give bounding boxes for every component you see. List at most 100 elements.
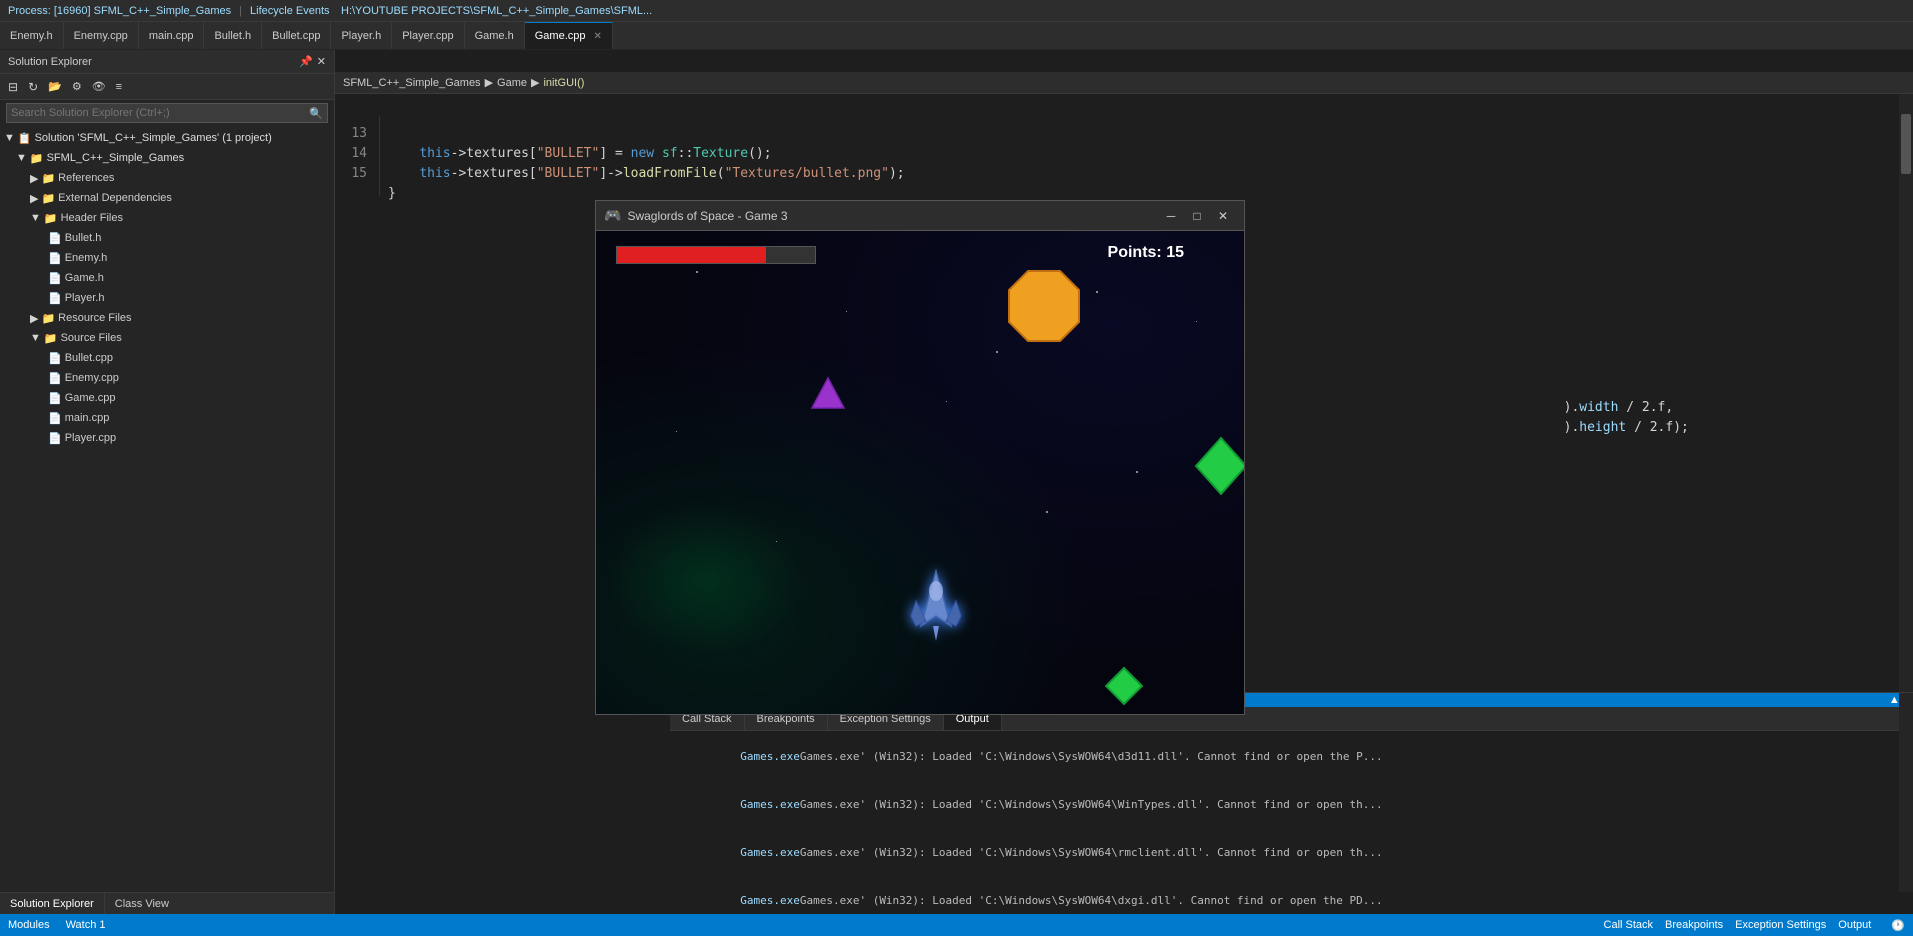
tree-player-cpp[interactable]: 📄 Player.cpp	[0, 428, 334, 448]
tree-header-files[interactable]: ▼ 📁 Header Files	[0, 208, 334, 228]
output-line: Games.exeGames.exe' (Win32): Loaded 'C:\…	[674, 781, 1909, 829]
bullet-h-icon: 📄	[48, 232, 62, 245]
source-folder-icon: 📁	[44, 332, 58, 345]
search-solution-explorer[interactable]: 🔍	[6, 103, 328, 123]
search-icon: 🔍	[309, 107, 323, 120]
project-icon: 📁	[30, 152, 44, 165]
resource-icon: 📁	[41, 312, 55, 325]
tab-game-h[interactable]: Game.h	[465, 22, 525, 49]
star	[776, 541, 777, 542]
status-breakpoints[interactable]: Breakpoints	[1665, 919, 1723, 932]
solution-explorer-tab[interactable]: Solution Explorer	[0, 893, 105, 914]
sidebar-toolbar: ⊟ ↻ 📂 ⚙ 👁 ≡	[0, 74, 334, 100]
star	[696, 271, 698, 273]
tree-source-files[interactable]: ▼ 📁 Source Files	[0, 328, 334, 348]
process-label: Process: [16960] SFML_C++_Simple_Games	[8, 5, 231, 17]
tree-enemy-h[interactable]: 📄 Enemy.h	[0, 248, 334, 268]
player-ship	[906, 566, 966, 649]
tree-solution-root[interactable]: ▼ 📋 Solution 'SFML_C++_Simple_Games' (1 …	[0, 128, 334, 148]
preview-button[interactable]: 👁	[88, 78, 110, 95]
star	[1196, 321, 1197, 322]
status-clock: 🕐	[1891, 919, 1905, 932]
star	[1136, 471, 1138, 473]
sidebar-pin-button[interactable]: 📌	[299, 55, 313, 68]
header-folder-icon: 📁	[44, 212, 58, 225]
tab-enemy-h[interactable]: Enemy.h	[0, 22, 64, 49]
tab-game-cpp[interactable]: Game.cpp ✕	[525, 22, 613, 49]
tab-bullet-cpp[interactable]: Bullet.cpp	[262, 22, 331, 49]
game-cpp-icon: 📄	[48, 392, 62, 405]
game-titlebar: 🎮 Swaglords of Space - Game 3 ─ □ ✕	[596, 201, 1244, 231]
star	[1046, 511, 1048, 513]
game-minimize-button[interactable]: ─	[1158, 203, 1184, 229]
lifecycle-label: Lifecycle Events	[250, 5, 329, 17]
sidebar-header: Solution Explorer 📌 ✕	[0, 50, 334, 74]
output-scrollbar[interactable]	[1899, 693, 1913, 892]
tree-bullet-cpp[interactable]: 📄 Bullet.cpp	[0, 348, 334, 368]
bullet-cpp-icon: 📄	[48, 352, 62, 365]
tab-player-h[interactable]: Player.h	[331, 22, 392, 49]
breadcrumb: SFML_C++_Simple_Games ▶ Game ▶ initGUI()	[335, 72, 1913, 94]
ext-deps-expand-icon: ▶	[30, 192, 38, 205]
game-close-button[interactable]: ✕	[1210, 203, 1236, 229]
tree-bullet-h[interactable]: 📄 Bullet.h	[0, 228, 334, 248]
status-output[interactable]: Output	[1838, 919, 1871, 932]
health-bar	[616, 246, 816, 264]
game-restore-button[interactable]: □	[1184, 203, 1210, 229]
tree-project[interactable]: ▼ 📁 SFML_C++_Simple_Games	[0, 148, 334, 168]
search-input[interactable]	[11, 107, 309, 119]
code-editor-top: 13 14 15 this->textures["BULLET"] = new …	[335, 116, 1913, 196]
player-cpp-icon: 📄	[48, 432, 62, 445]
star	[1096, 291, 1098, 293]
sidebar-close-button[interactable]: ✕	[317, 55, 326, 68]
main-cpp-icon: 📄	[48, 412, 62, 425]
tree-resource-files[interactable]: ▶ 📁 Resource Files	[0, 308, 334, 328]
enemy-diamond-bottom	[1104, 666, 1144, 709]
enemy-h-icon: 📄	[48, 252, 62, 265]
status-modules[interactable]: Modules	[8, 919, 50, 931]
vertical-scrollbar[interactable]	[1899, 94, 1913, 700]
source-expand-icon: ▼	[30, 332, 41, 344]
output-line: Games.exeGames.exe' (Win32): Loaded 'C:\…	[674, 829, 1909, 877]
tab-main-cpp[interactable]: main.cpp	[139, 22, 205, 49]
path-bar: H:\YOUTUBE PROJECTS\SFML_C++_Simple_Game…	[335, 0, 1899, 22]
collapse-all-button[interactable]: ⊟	[4, 78, 22, 96]
settings-button[interactable]: ≡	[112, 79, 126, 95]
game-canvas: Points: 15	[596, 231, 1244, 714]
status-bar: Modules Watch 1 Call Stack Breakpoints E…	[0, 914, 1913, 936]
show-all-files-button[interactable]: 📂	[44, 78, 66, 95]
status-callstack[interactable]: Call Stack	[1604, 919, 1654, 932]
tab-player-cpp[interactable]: Player.cpp	[392, 22, 464, 49]
output-panel: ▲ ✕ Call Stack Breakpoints Exception Set…	[670, 692, 1913, 892]
refresh-button[interactable]: ↻	[24, 78, 42, 96]
tab-bullet-h[interactable]: Bullet.h	[204, 22, 262, 49]
enemy-octagon	[1004, 266, 1084, 349]
tree-external-deps[interactable]: ▶ 📁 External Dependencies	[0, 188, 334, 208]
class-view-tab[interactable]: Class View	[105, 893, 179, 914]
tree-enemy-cpp[interactable]: 📄 Enemy.cpp	[0, 368, 334, 388]
tree-references[interactable]: ▶ 📁 References	[0, 168, 334, 188]
tab-close-icon[interactable]: ✕	[593, 31, 601, 42]
status-watch[interactable]: Watch 1	[66, 919, 106, 931]
status-exceptions[interactable]: Exception Settings	[1735, 919, 1826, 932]
star	[996, 351, 998, 353]
tree-player-h[interactable]: 📄 Player.h	[0, 288, 334, 308]
tree-game-cpp[interactable]: 📄 Game.cpp	[0, 388, 334, 408]
code-lines[interactable]: this->textures["BULLET"] = new sf::Textu…	[380, 116, 1913, 196]
solution-explorer: Solution Explorer 📌 ✕ ⊟ ↻ 📂 ⚙ 👁 ≡ 🔍 ▼ 📋	[0, 50, 335, 914]
health-bar-fill	[617, 247, 766, 263]
game-icon: 🎮	[604, 207, 621, 224]
tree-main-cpp[interactable]: 📄 main.cpp	[0, 408, 334, 428]
tab-enemy-cpp[interactable]: Enemy.cpp	[64, 22, 139, 49]
code-editor-bottom-right: ).width / 2.f, ).height / 2.f);	[1493, 370, 1913, 700]
properties-button[interactable]: ⚙	[68, 78, 86, 95]
references-icon: 📁	[41, 172, 55, 185]
solution-file-icon: 📋	[18, 132, 32, 145]
scrollbar-thumb[interactable]	[1901, 114, 1911, 174]
points-display: Points: 15	[1108, 244, 1184, 262]
solution-icon: ▼	[4, 132, 15, 144]
game-title: Swaglords of Space - Game 3	[627, 209, 1158, 223]
header-expand-icon: ▼	[30, 212, 41, 224]
tree-game-h[interactable]: 📄 Game.h	[0, 268, 334, 288]
enemy-diamond-right	[1194, 436, 1244, 499]
